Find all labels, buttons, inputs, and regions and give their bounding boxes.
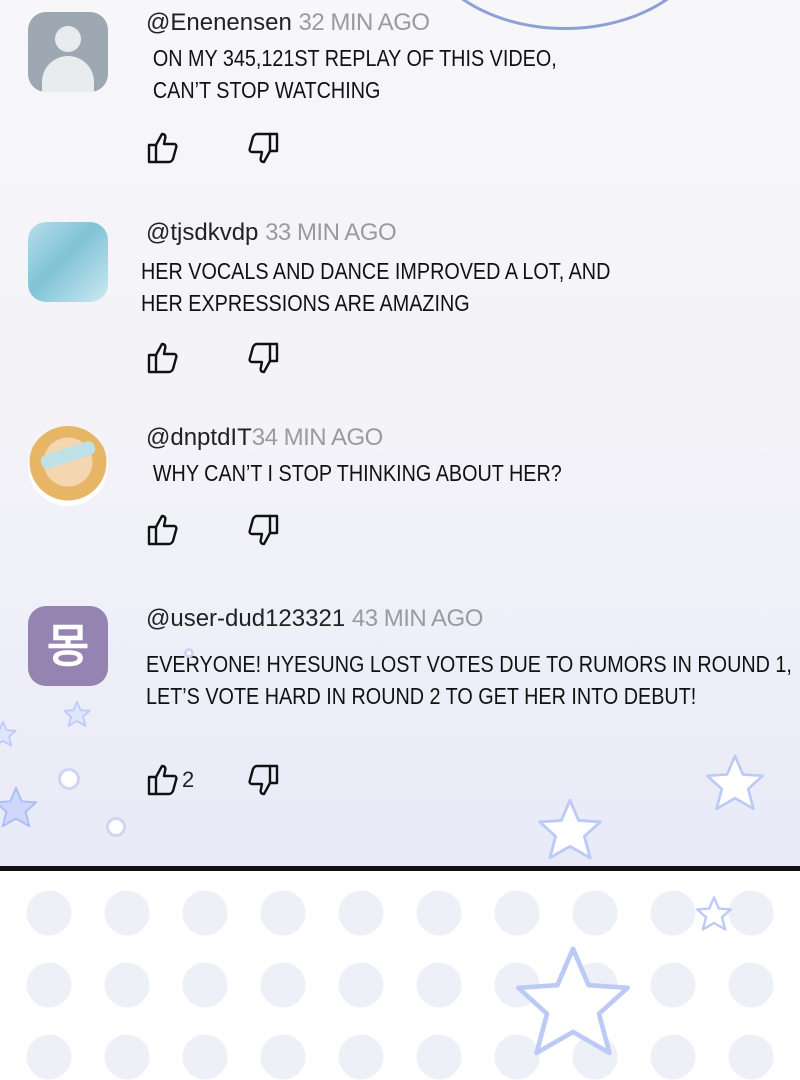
avatar[interactable] xyxy=(28,426,108,506)
thumbs-down-icon[interactable] xyxy=(246,513,280,547)
thumbs-down-icon[interactable] xyxy=(246,341,280,375)
avatar[interactable]: 몽 xyxy=(28,606,108,686)
comment-time: 34 MIN AGO xyxy=(251,424,384,451)
comment-handle[interactable]: @user-dud123321 xyxy=(146,605,345,632)
avatar-body-shape xyxy=(42,56,94,92)
comments-panel: @Enenensen 32 MIN AGO ON MY 345,121ST RE… xyxy=(0,0,800,868)
thumbs-up-icon[interactable] xyxy=(146,513,180,547)
comment-line: EVERYONE! HYESUNG LOST VOTES DUE TO RUMO… xyxy=(146,651,792,677)
polka-dot-background xyxy=(0,871,800,1080)
star-icon xyxy=(0,720,18,750)
comment-text: ON MY 345,121ST REPLAY OF THIS VIDEO, CA… xyxy=(146,42,679,106)
comment-text: WHY CAN’T I STOP THINKING ABOUT HER? xyxy=(146,457,679,489)
comment-handle[interactable]: @tjsdkvdp xyxy=(146,219,258,246)
thumbs-down-icon[interactable] xyxy=(246,763,280,797)
avatar[interactable] xyxy=(28,12,108,92)
comment-meta: @dnptdIT34 MIN AGO xyxy=(146,424,383,452)
comment-line: LET’S VOTE HARD IN ROUND 2 TO GET HER IN… xyxy=(146,683,697,709)
decor-dot xyxy=(184,648,194,658)
avatar[interactable] xyxy=(28,222,108,302)
star-icon xyxy=(534,796,606,868)
decor-dot xyxy=(58,768,80,790)
comment-meta: @user-dud123321 43 MIN AGO xyxy=(146,605,483,633)
star-icon xyxy=(508,941,638,1071)
like-count: 2 xyxy=(182,767,195,792)
comment-line: WHY CAN’T I STOP THINKING ABOUT HER? xyxy=(152,460,562,486)
comment-time: 33 MIN AGO xyxy=(265,219,397,246)
comment-text: EVERYONE! HYESUNG LOST VOTES DUE TO RUMO… xyxy=(146,648,792,712)
thumbs-down-icon[interactable] xyxy=(246,131,280,165)
comment-line: ON MY 345,121ST REPLAY OF THIS VIDEO, xyxy=(152,45,557,71)
comment-line: HER EXPRESSIONS ARE AMAZING xyxy=(141,290,470,316)
comment-meta: @Enenensen 32 MIN AGO xyxy=(146,9,430,37)
comment-time: 43 MIN AGO xyxy=(351,605,484,632)
comment-handle[interactable]: @dnptdIT xyxy=(146,424,252,451)
comment-meta: @tjsdkvdp 33 MIN AGO xyxy=(146,219,397,247)
comment-text: HER VOCALS AND DANCE IMPROVED A LOT, AND… xyxy=(141,255,674,319)
star-icon xyxy=(0,785,40,833)
star-icon xyxy=(694,895,734,935)
thumbs-up-icon[interactable] xyxy=(146,131,180,165)
avatar-head-shape xyxy=(55,26,81,52)
decor-dot xyxy=(106,817,126,837)
star-icon xyxy=(62,700,92,730)
comment-handle[interactable]: @Enenensen xyxy=(146,9,292,36)
star-icon xyxy=(702,752,768,818)
comment-time: 32 MIN AGO xyxy=(298,9,430,36)
comment-line: HER VOCALS AND DANCE IMPROVED A LOT, AND xyxy=(141,258,611,284)
thumbs-up-icon[interactable] xyxy=(146,763,180,797)
video-frame-arc xyxy=(420,0,710,30)
avatar-bandage-shape xyxy=(39,439,97,471)
comment-line: CAN’T STOP WATCHING xyxy=(152,77,381,103)
thumbs-up-icon[interactable] xyxy=(146,341,180,375)
